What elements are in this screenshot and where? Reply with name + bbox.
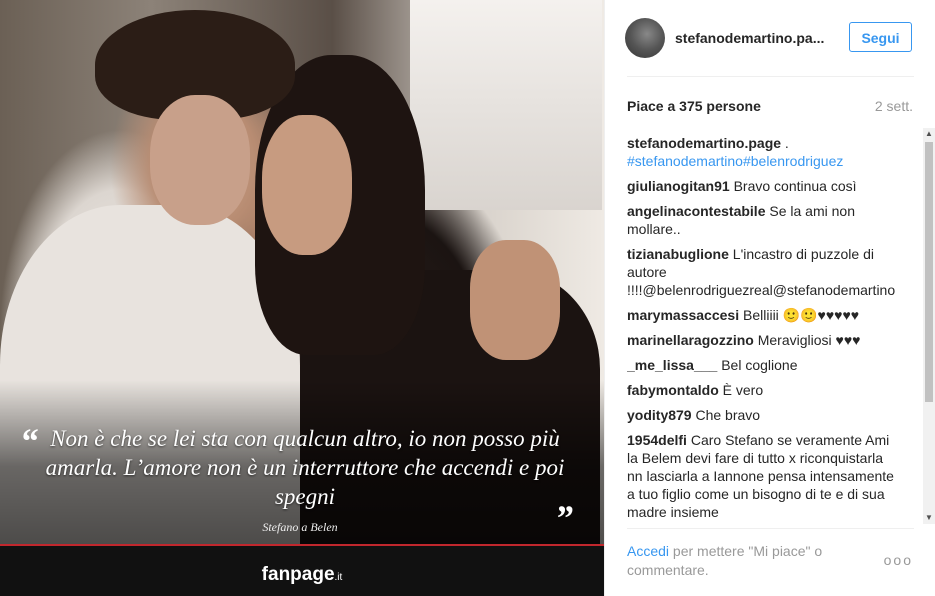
comment-text: Che bravo <box>695 407 761 423</box>
comment-username[interactable]: giulianogitan91 <box>627 178 730 194</box>
divider <box>627 528 914 529</box>
comment-text: Belliiii 🙂🙂♥♥♥♥♥ <box>743 307 860 323</box>
quote-text: Non è che se lei sta con qualcun altro, … <box>45 426 565 509</box>
scrollbar-thumb[interactable] <box>925 142 933 402</box>
post-header: stefanodemartino.pa... Segui <box>605 0 935 76</box>
comment-item: tizianabuglione L'incastro di puzzole di… <box>627 245 897 299</box>
follow-button[interactable]: Segui <box>849 22 912 52</box>
comment-item: giulianogitan91 Bravo continua così <box>627 177 897 195</box>
likes-count[interactable]: Piace a 375 persone <box>627 98 761 114</box>
comment-item: marymassaccesi Belliiii 🙂🙂♥♥♥♥♥ <box>627 306 897 324</box>
comments-list[interactable]: stefanodemartino.page . #stefanodemartin… <box>627 134 897 526</box>
comment-text: Meravigliosi ♥♥♥ <box>757 332 861 348</box>
image-shape <box>262 115 352 255</box>
brand-logo: fanpage.it <box>0 564 604 586</box>
comment-username[interactable]: yodity879 <box>627 407 692 423</box>
brand-bar: fanpage.it <box>0 544 604 596</box>
comment-item: stefanodemartino.page . #stefanodemartin… <box>627 134 897 170</box>
comment-username[interactable]: angelinacontestabile <box>627 203 765 219</box>
divider <box>627 76 914 77</box>
login-link[interactable]: Accedi <box>627 543 669 559</box>
comment-item: yodity879 Che bravo <box>627 406 897 424</box>
background-window <box>410 0 602 210</box>
more-options-icon[interactable]: ooo <box>884 552 913 568</box>
comment-username[interactable]: tizianabuglione <box>627 246 729 262</box>
comment-item: _me_lissa___ Bel coglione <box>627 356 897 374</box>
comment-text: Bel coglione <box>721 357 798 373</box>
comment-username[interactable]: fabymontaldo <box>627 382 719 398</box>
login-prompt: Accedi per mettere "Mi piace" o commenta… <box>627 542 877 580</box>
scroll-down-icon[interactable]: ▼ <box>925 514 933 522</box>
quote-open-mark: “ <box>20 421 38 461</box>
post-time[interactable]: 2 sett. <box>875 98 913 114</box>
comment-text: È vero <box>722 382 764 398</box>
quote-close-mark: ” <box>555 498 573 538</box>
comment-text: Bravo continua così <box>733 178 857 194</box>
comment-item: angelinacontestabile Se la ami non molla… <box>627 202 897 238</box>
comment-item: fabymontaldo È vero <box>627 381 897 399</box>
comment-username[interactable]: _me_lissa___ <box>627 357 717 373</box>
comments-scrollbar[interactable]: ▲ ▼ <box>923 128 935 524</box>
comment-text: . <box>781 135 789 151</box>
brand-name: fanpage <box>261 564 335 585</box>
image-shape <box>470 240 560 360</box>
comment-username[interactable]: marymassaccesi <box>627 307 739 323</box>
username-link[interactable]: stefanodemartino.pa... <box>675 30 824 46</box>
image-shape <box>150 95 250 225</box>
comment-username[interactable]: marinellaragozzino <box>627 332 754 348</box>
scroll-up-icon[interactable]: ▲ <box>925 130 933 138</box>
comment-username[interactable]: stefanodemartino.page <box>627 135 781 151</box>
hashtag-link[interactable]: #stefanodemartino#belenrodriguez <box>627 153 843 169</box>
brand-suffix: .it <box>334 572 343 583</box>
comment-username[interactable]: 1954delfi <box>627 432 687 448</box>
comment-item: marinellaragozzino Meravigliosi ♥♥♥ <box>627 331 897 349</box>
post-image[interactable]: “ Non è che se lei sta con qualcun altro… <box>0 0 604 596</box>
comment-item: 1954delfi Caro Stefano se veramente Ami … <box>627 431 897 521</box>
quote-author: Stefano a Belen <box>262 520 338 534</box>
avatar[interactable] <box>625 18 665 58</box>
post-side-panel: stefanodemartino.pa... Segui Piace a 375… <box>604 0 935 596</box>
